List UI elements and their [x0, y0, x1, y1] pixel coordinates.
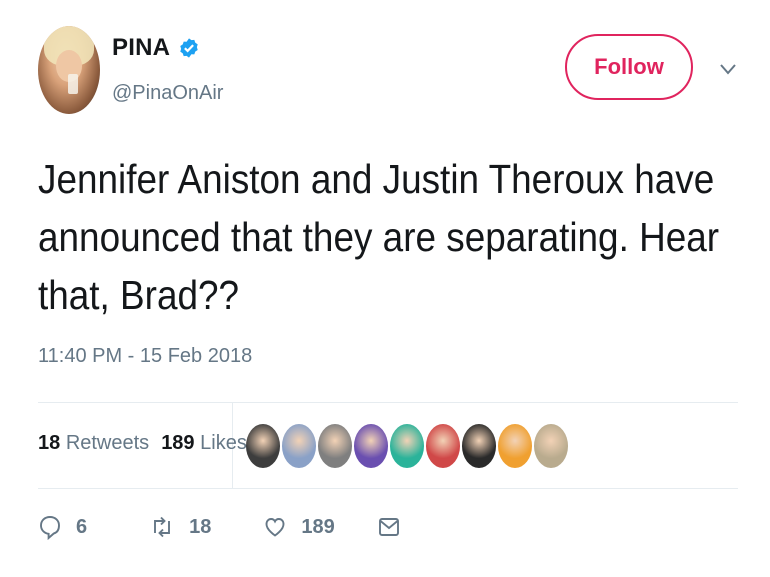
retweet-count: 18: [189, 515, 212, 538]
verified-badge-icon: [180, 38, 198, 58]
tweet-timestamp[interactable]: 11:40 PM - 15 Feb 2018: [38, 345, 252, 368]
liker-avatar[interactable]: [282, 424, 316, 468]
author-avatar[interactable]: [38, 26, 100, 114]
likes-stat[interactable]: 189 Likes: [161, 432, 247, 455]
reply-icon: [40, 516, 60, 540]
like-action[interactable]: 189: [263, 514, 335, 540]
tweet-text: Jennifer Aniston and Justin Theroux have…: [38, 156, 720, 318]
envelope-icon: [378, 518, 399, 536]
avatar-glass: [68, 74, 78, 94]
liker-avatar[interactable]: [426, 424, 460, 468]
liker-avatar[interactable]: [246, 424, 280, 468]
liker-avatar[interactable]: [498, 424, 532, 468]
liker-avatar[interactable]: [390, 424, 424, 468]
direct-message-action[interactable]: [377, 514, 401, 540]
likes-count: 189: [161, 432, 195, 454]
heart-icon: [265, 518, 285, 537]
engagement-stats: 18 Retweets 189 Likes: [38, 432, 247, 455]
stats-bottom-divider: [38, 488, 738, 489]
author-name-row: PINA: [112, 34, 200, 62]
tweet-actions: 6 18 189: [38, 514, 401, 540]
stats-top-divider: [38, 402, 738, 403]
liker-avatar[interactable]: [534, 424, 568, 468]
retweets-stat[interactable]: 18 Retweets: [38, 432, 149, 455]
follow-button[interactable]: Follow: [565, 34, 693, 100]
liker-avatar[interactable]: [318, 424, 352, 468]
retweet-action[interactable]: 18: [149, 514, 211, 540]
reply-action[interactable]: 6: [38, 514, 87, 540]
reply-count: 6: [76, 515, 88, 538]
retweets-count: 18: [38, 432, 61, 454]
retweet-icon: [154, 516, 171, 538]
chevron-down-icon[interactable]: [718, 62, 738, 76]
author-handle[interactable]: @PinaOnAir: [112, 82, 223, 105]
likes-label: Likes: [200, 432, 247, 454]
liker-avatar[interactable]: [462, 424, 496, 468]
liker-avatars: [246, 424, 568, 468]
liker-avatar[interactable]: [354, 424, 388, 468]
retweets-label: Retweets: [65, 432, 150, 454]
author-name[interactable]: PINA: [112, 34, 170, 62]
like-count: 189: [301, 515, 335, 538]
